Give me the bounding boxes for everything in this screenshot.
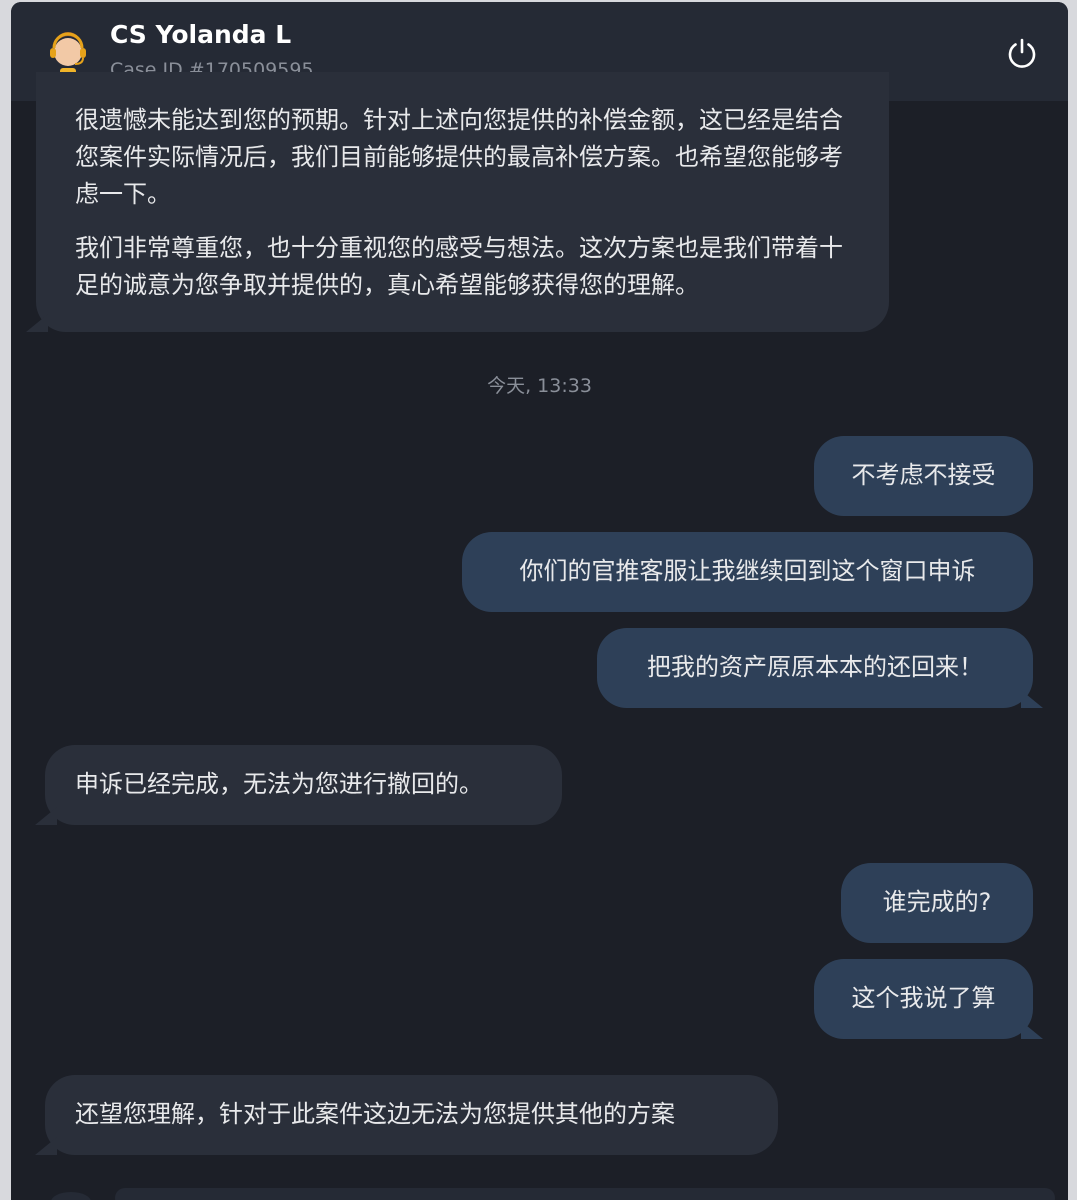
bubble-tail <box>35 807 57 825</box>
user-message: 谁完成的? <box>841 863 1033 943</box>
message-input[interactable] <box>115 1188 1055 1200</box>
bubble-tail <box>35 1137 57 1155</box>
message-text: 不考虑不接受 <box>851 461 996 489</box>
agent-name: CS Yolanda L <box>110 20 292 49</box>
agent-message: 很遗憾未能达到您的预期。针对上述向您提供的补偿金额，这已经是结合您案件实际情况后… <box>26 72 889 332</box>
user-message: 把我的资产原原本本的还回来！ <box>597 628 1043 708</box>
agent-message: 还望您理解，针对于此案件这边无法为您提供其他的方案 <box>35 1075 778 1155</box>
message-text: 谁完成的? <box>882 888 992 916</box>
power-icon[interactable] <box>1005 36 1039 70</box>
user-message: 你们的官推客服让我继续回到这个窗口申诉 <box>462 532 1033 612</box>
chat-window: CS Yolanda L Case ID #170509595 很遗憾未能达到您… <box>11 2 1068 1200</box>
user-message: 这个我说了算 <box>814 959 1043 1039</box>
bubble-tail <box>26 314 48 332</box>
message-text: 你们的官推客服让我继续回到这个窗口申诉 <box>519 557 976 585</box>
message-text: 还望您理解，针对于此案件这边无法为您提供其他的方案 <box>75 1100 675 1128</box>
bubble-tail <box>1021 690 1043 708</box>
message-paragraph: 我们非常尊重您，也十分重视您的感受与想法。这次方案也是我们带着十足的诚意为您争取… <box>75 234 843 299</box>
attachment-button[interactable] <box>51 1192 91 1200</box>
message-paragraph: 很遗憾未能达到您的预期。针对上述向您提供的补偿金额，这已经是结合您案件实际情况后… <box>75 106 843 208</box>
message-text: 把我的资产原原本本的还回来！ <box>647 653 983 681</box>
bubble-tail <box>1021 1021 1043 1039</box>
message-text: 这个我说了算 <box>851 984 996 1012</box>
timestamp: 今天, 13:33 <box>487 375 592 397</box>
user-message: 不考虑不接受 <box>814 436 1033 516</box>
agent-message: 申诉已经完成，无法为您进行撤回的。 <box>35 745 562 825</box>
message-text: 申诉已经完成，无法为您进行撤回的。 <box>75 770 483 798</box>
